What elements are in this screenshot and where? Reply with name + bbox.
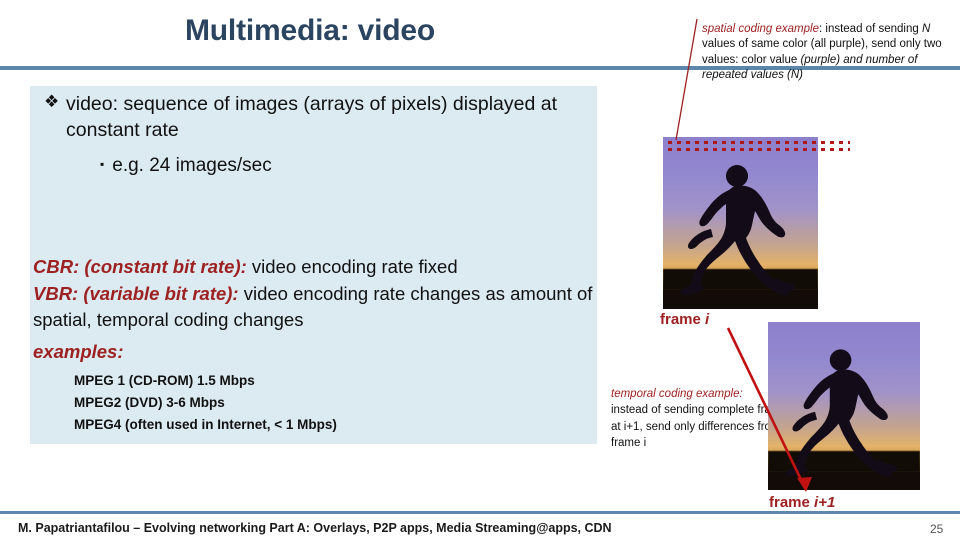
frame-i-label: frame i [660,311,709,328]
spatial-coding-label: spatial coding example [702,23,819,35]
bullet-level2: ▪ e.g. 24 images/sec [100,155,272,177]
page-number: 25 [930,522,944,536]
mpeg-list: MPEG 1 (CD-ROM) 1.5 Mbps MPEG2 (DVD) 3-6… [74,370,337,436]
vbr-label: VBR: (variable bit rate): [33,282,239,304]
spatial-coding-purple-value: (purple) [800,53,841,66]
spatial-coding-n-symbol: N [921,23,931,35]
frame-i-plus-1-image [768,322,920,490]
list-item: MPEG4 (often used in Internet, < 1 Mbps) [74,416,337,432]
cbr-label: CBR: (constant bit rate): [33,256,247,277]
frame-i-plus-1-label: frame i+1 [769,494,835,511]
frame-i-plus-1-index: i+1 [814,494,836,511]
spatial-coding-dotted-line-1 [668,141,850,144]
list-item: MPEG 1 (CD-ROM) 1.5 Mbps [74,373,255,388]
temporal-coding-text: instead of sending complete frame at i+1… [611,404,787,449]
bullet-level1-label: video: sequence of images (arrays of pix… [66,93,558,142]
footer-text: M. Papatriantafilou – Evolving networkin… [18,521,612,535]
cbr-text: video encoding rate fixed [246,256,458,277]
bullet-level2-label: e.g. 24 images/sec [112,155,272,176]
square-bullet-icon: ▪ [100,157,105,171]
bullet-level1: ❖ video: sequence of images (arrays of p… [44,91,584,144]
runner-silhouette-icon [681,165,795,296]
spatial-coding-dotted-line-2 [668,148,850,151]
frame-i-plus-1-prefix: frame [769,494,815,511]
temporal-coding-label: temporal coding example: [611,388,743,400]
examples-label: examples: [33,341,124,362]
spatial-coding-text-1: : instead of sending [819,23,922,35]
runner-silhouette-icon [785,349,898,477]
diamond-bullet-icon: ❖ [44,92,60,111]
frame-i-index: i [705,311,710,328]
slide-canvas: Multimedia: video ❖ video: sequence of i… [0,0,960,540]
frame-i-prefix: frame [660,311,706,328]
footer-divider [0,511,960,514]
bitrate-description: CBR: (constant bit rate): video encoding… [33,254,593,334]
page-title: Multimedia: video [185,14,435,47]
list-item: MPEG2 (DVD) 3-6 Mbps [74,394,225,410]
spatial-coding-pointer-line [675,18,698,141]
spatial-coding-note: spatial coding example: instead of sendi… [702,22,952,83]
frame-i-image [663,137,818,309]
temporal-coding-note: temporal coding example: instead of send… [611,386,791,451]
